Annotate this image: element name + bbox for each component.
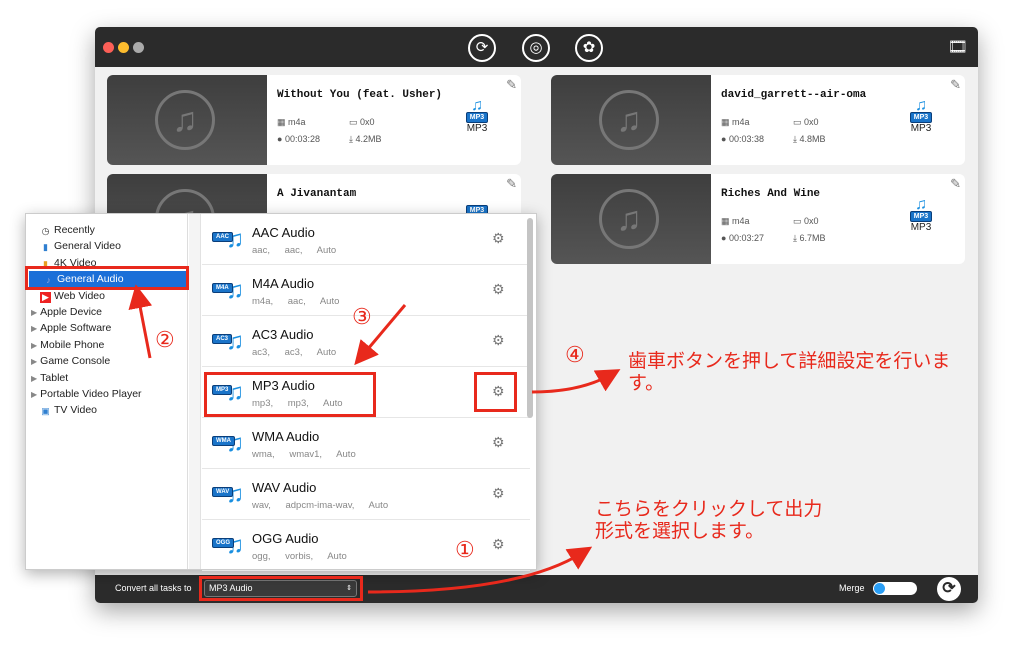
annotation-number-1: ① <box>455 538 475 563</box>
annotation-number-2: ② <box>155 328 175 353</box>
annotation-text-4: 歯車ボタンを押して詳細設定を行います。 <box>628 350 951 394</box>
arrow-1 <box>367 546 593 594</box>
annotation-number-3: ③ <box>352 305 372 330</box>
annotation-text-1: こちらをクリックして出力形式を選択します。 <box>595 498 823 542</box>
annotation-number-4: ④ <box>565 343 585 368</box>
arrow-4 <box>531 369 621 394</box>
arrow-2 <box>128 284 153 359</box>
annotation-arrows <box>128 284 621 594</box>
